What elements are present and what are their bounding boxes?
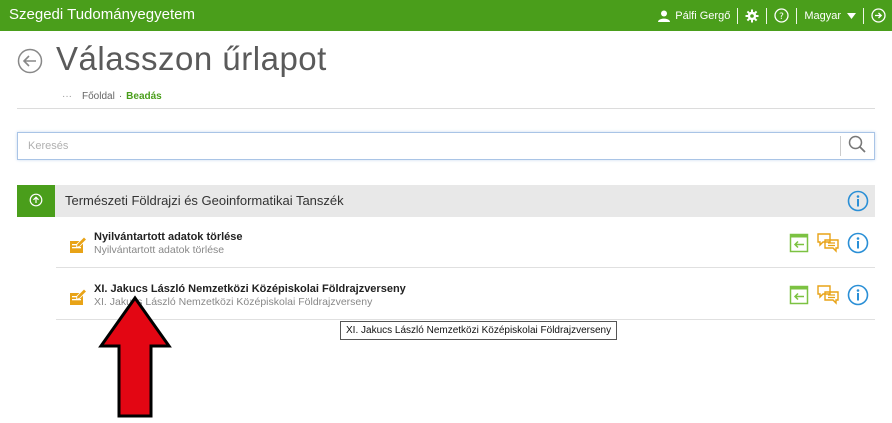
info-icon[interactable] <box>847 232 869 258</box>
help-icon[interactable]: ? <box>774 8 789 23</box>
comment-icon[interactable] <box>817 285 839 309</box>
category-label: Természeti Földrajzi és Geoinformatikai … <box>65 193 344 208</box>
user-menu[interactable]: Pálfi Gergő <box>657 10 730 22</box>
search-icon <box>848 135 866 157</box>
brand-name[interactable]: Szegedi Tudományegyetem <box>9 6 195 23</box>
form-subtitle: Nyilvántartott adatok törlése <box>94 244 225 256</box>
top-right-menu: Pálfi Gergő ? Magyar <box>657 0 886 31</box>
row-actions <box>789 232 869 258</box>
language-selector[interactable]: Magyar <box>804 10 856 22</box>
search-input[interactable] <box>18 133 858 159</box>
tooltip: XI. Jakucs László Nemzetközi Középiskola… <box>340 321 618 340</box>
breadcrumb-ellipsis[interactable]: ··· <box>62 91 72 102</box>
search-button[interactable] <box>840 133 874 159</box>
back-arrow-icon[interactable] <box>17 48 43 78</box>
form-title[interactable]: Nyilvántartott adatok törlése <box>94 231 243 243</box>
chevron-down-icon <box>847 12 856 19</box>
submit-icon[interactable] <box>789 285 809 309</box>
submit-icon[interactable] <box>789 233 809 257</box>
category-header[interactable]: Természeti Földrajzi és Geoinformatikai … <box>17 185 875 217</box>
annotation-arrow-icon <box>97 294 173 423</box>
form-edit-icon <box>68 287 88 311</box>
user-name: Pálfi Gergő <box>675 9 731 22</box>
list-item[interactable]: XI. Jakucs László Nemzetközi Középiskola… <box>56 275 875 320</box>
separator <box>796 7 798 24</box>
language-label: Magyar <box>804 9 841 22</box>
page-title: Válasszon űrlapot <box>56 40 327 77</box>
breadcrumb-current: Beadás <box>126 91 162 102</box>
info-icon[interactable] <box>847 190 869 216</box>
breadcrumb-separator: · <box>118 91 123 102</box>
collapse-icon <box>29 192 43 211</box>
breadcrumb-home[interactable]: Főoldal <box>82 91 115 102</box>
form-edit-icon <box>68 235 88 259</box>
divider <box>17 108 875 109</box>
breadcrumb: ··· Főoldal · Beadás <box>62 91 162 102</box>
collapse-toggle[interactable] <box>17 185 55 217</box>
user-icon <box>657 10 671 22</box>
svg-text:?: ? <box>779 12 784 22</box>
row-actions <box>789 284 869 310</box>
comment-icon[interactable] <box>817 233 839 257</box>
separator <box>766 7 768 24</box>
gear-icon[interactable] <box>745 9 759 23</box>
separator <box>737 7 739 24</box>
separator <box>863 7 864 24</box>
search-bar <box>17 132 875 160</box>
top-bar: Szegedi Tudományegyetem Pálfi Gergő ? Ma… <box>0 0 892 31</box>
list-item[interactable]: Nyilvántartott adatok törlése Nyilvántar… <box>56 223 875 268</box>
info-icon[interactable] <box>847 284 869 310</box>
logout-icon[interactable] <box>871 8 886 23</box>
